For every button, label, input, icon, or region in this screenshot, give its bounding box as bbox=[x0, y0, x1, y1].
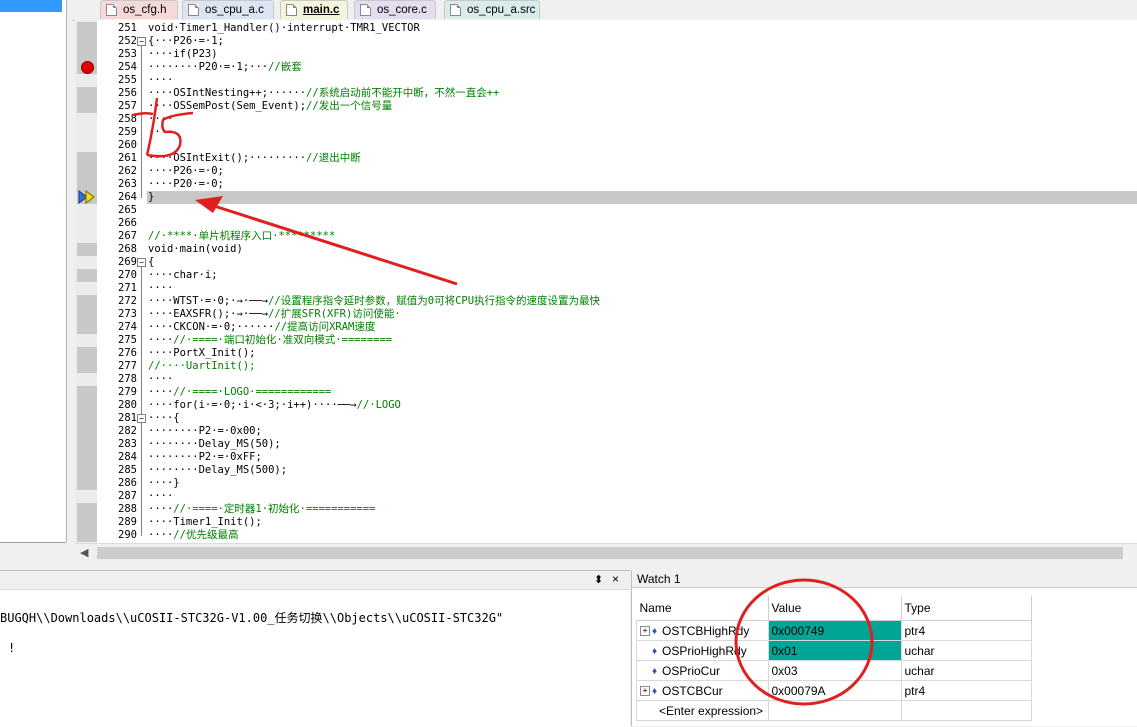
editor-tab-bar: os_cfg.h os_cpu_a.c main.c os_core.c os_… bbox=[72, 0, 1137, 21]
tab-os-core-c[interactable]: os_core.c bbox=[354, 0, 436, 19]
pin-icon[interactable]: ⬍ bbox=[594, 573, 603, 586]
watch-type-cell: ptr4 bbox=[900, 620, 1032, 641]
expand-icon[interactable]: + bbox=[640, 626, 650, 637]
close-icon[interactable]: × bbox=[612, 572, 619, 586]
output-line: ! bbox=[8, 641, 16, 655]
tab-os-cfg-h[interactable]: os_cfg.h bbox=[100, 0, 178, 19]
code-editor[interactable]: 251 252 253 254 255 256 257 258 259 260 261 262 263 2… bbox=[75, 20, 1137, 543]
tab-label: os_core.c bbox=[377, 4, 427, 16]
tab-label: main.c bbox=[303, 4, 340, 16]
watch-var-name: OSPrioCur bbox=[662, 663, 721, 678]
file-icon bbox=[360, 4, 371, 16]
project-tree[interactable] bbox=[0, 0, 67, 542]
tab-os-cpu-a-c[interactable]: os_cpu_a.c bbox=[182, 0, 274, 19]
watch-type-cell bbox=[900, 700, 1032, 721]
variable-icon: ♦ bbox=[652, 665, 658, 677]
tab-label: os_cfg.h bbox=[123, 4, 167, 16]
expand-icon[interactable]: + bbox=[640, 686, 650, 697]
watch-type-cell: uchar bbox=[900, 660, 1032, 681]
gear-file-icon bbox=[188, 4, 199, 16]
tab-os-cpu-a-src[interactable]: os_cpu_a.src bbox=[444, 0, 540, 19]
struct-icon: ♦ bbox=[652, 625, 658, 637]
red-circle-annotation bbox=[734, 578, 874, 706]
file-icon bbox=[450, 4, 461, 16]
tab-label: os_cpu_a.src bbox=[467, 4, 536, 16]
red-annotation-overlay bbox=[132, 97, 458, 286]
file-icon bbox=[286, 4, 297, 16]
variable-icon: ♦ bbox=[652, 645, 658, 657]
watch-var-name: OSTCBCur bbox=[662, 683, 723, 698]
column-header-type[interactable]: Type bbox=[901, 596, 1032, 621]
watch-title: Watch 1 bbox=[632, 570, 1137, 588]
output-line: BUGQH\\Downloads\\uCOSII-STC32G-V1.00_任务… bbox=[0, 611, 504, 625]
selected-tree-item[interactable] bbox=[0, 0, 62, 12]
watch-type-cell: ptr4 bbox=[900, 680, 1032, 701]
tab-main-c[interactable]: main.c bbox=[280, 0, 348, 19]
watch-type-cell: uchar bbox=[900, 640, 1032, 661]
struct-icon: ♦ bbox=[652, 685, 658, 697]
editor-horizontal-scrollbar[interactable]: ◀ bbox=[75, 543, 1137, 562]
project-panel bbox=[0, 0, 72, 567]
output-panel-header: ⬍ × bbox=[0, 571, 630, 590]
scroll-left-arrow-icon[interactable]: ◀ bbox=[80, 546, 88, 559]
build-output-panel: ⬍ × BUGQH\\Downloads\\uCOSII-STC32G-V1.0… bbox=[0, 570, 630, 727]
tab-label: os_cpu_a.c bbox=[205, 4, 264, 16]
panel-divider bbox=[0, 542, 66, 543]
scrollbar-thumb[interactable] bbox=[97, 547, 1123, 559]
watch-window: Watch 1 Name Value Type + ♦ OSTCBHighRdy 0… bbox=[631, 570, 1137, 726]
file-icon bbox=[106, 4, 117, 16]
